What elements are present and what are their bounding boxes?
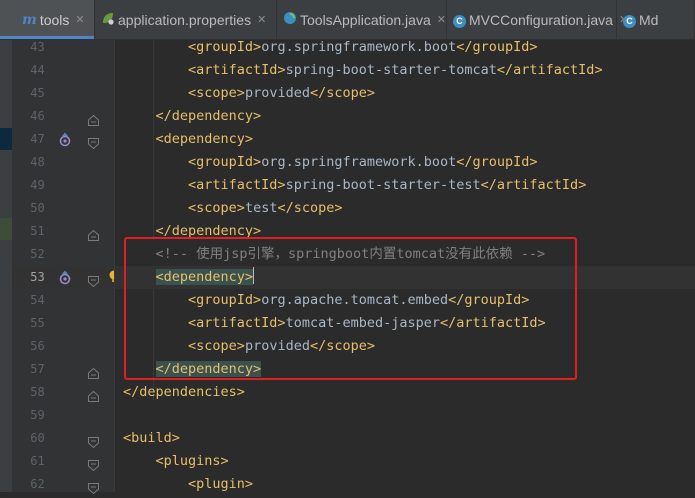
tab-application-properties[interactable]: application.properties ✕ <box>95 0 277 39</box>
line-number: 44 <box>30 63 45 77</box>
spring-leaf-icon <box>101 11 115 28</box>
structure-marker <box>0 218 12 240</box>
tab-label: MVCConfiguration.java <box>469 11 613 28</box>
fold-collapse-icon[interactable] <box>88 433 99 449</box>
code-line[interactable]: <groupId>org.springframework.boot</group… <box>115 151 695 174</box>
code-line[interactable]: <groupId>org.springframework.boot</group… <box>115 40 695 59</box>
fold-collapse-icon[interactable] <box>88 456 99 472</box>
overrides-icon[interactable] <box>58 132 72 147</box>
class-icon: C <box>453 11 466 28</box>
fold-collapse-icon[interactable] <box>88 134 99 150</box>
code-line[interactable]: <dependency> <box>115 266 695 289</box>
line-number: 53 <box>30 270 45 284</box>
code-line[interactable]: <scope>provided</scope> <box>115 82 695 105</box>
tab-tools[interactable]: m tools ✕ <box>0 0 95 39</box>
code-line-text: </dependency> <box>155 361 262 377</box>
line-number: 52 <box>30 247 45 261</box>
tab-label: ToolsApplication.java <box>300 11 431 28</box>
code-line[interactable]: <plugins> <box>115 450 695 473</box>
code-line-text: <groupId>org.springframework.boot</group… <box>188 154 538 170</box>
code-line-text: <scope>provided</scope> <box>188 338 375 354</box>
maven-module-icon: m <box>22 12 37 28</box>
code-line[interactable]: <plugin> <box>115 473 695 492</box>
fold-end-icon[interactable] <box>88 364 99 379</box>
tab-label: tools <box>39 11 70 28</box>
code-line[interactable]: </dependency> <box>115 220 695 243</box>
fold-collapse-icon[interactable] <box>88 479 99 495</box>
code-line[interactable]: <artifactId>spring-boot-starter-test</ar… <box>115 174 695 197</box>
tab-md[interactable]: C Md <box>617 0 695 39</box>
line-number: 61 <box>30 454 45 468</box>
line-number: 59 <box>30 408 45 422</box>
code-line-text: <dependency> <box>155 267 255 285</box>
tab-toolsapplication-java[interactable]: ToolsApplication.java ✕ <box>277 0 447 39</box>
code-line[interactable]: <artifactId>tomcat-embed-jasper</artifac… <box>115 312 695 335</box>
line-number: 54 <box>30 293 45 307</box>
close-tab-icon[interactable]: ✕ <box>75 13 84 26</box>
editor-tab-bar: m tools ✕ application.properties ✕ ToolsAppli… <box>0 0 695 40</box>
code-line-text: <scope>test</scope> <box>188 200 343 216</box>
code-line-text: <plugin> <box>188 476 254 492</box>
spring-class-icon <box>283 11 297 28</box>
code-line[interactable]: <dependency> <box>115 128 695 151</box>
code-line[interactable] <box>115 404 695 427</box>
line-number: 43 <box>30 40 45 54</box>
line-number: 55 <box>30 316 45 330</box>
line-number: 50 <box>30 201 45 215</box>
code-line[interactable]: </dependencies> <box>115 381 695 404</box>
tab-label: Md <box>639 11 659 28</box>
fold-end-icon[interactable] <box>88 226 99 241</box>
code-line-text: </dependency> <box>155 108 262 124</box>
editor-gutter: 43 44 45 46 47 48 49 50 51 52 53 54 55 56 57 58 59 60 61 62 <box>12 40 119 495</box>
structure-marker <box>0 128 12 150</box>
line-number: 49 <box>30 178 45 192</box>
code-line-text: <build> <box>123 430 180 446</box>
text-caret <box>253 267 255 284</box>
code-line[interactable]: <build> <box>115 427 695 450</box>
tab-mvcconfiguration-java[interactable]: CMVCConfiguration.java✕ <box>447 0 628 39</box>
code-line-text: <dependency> <box>155 131 254 147</box>
left-tool-strip <box>0 40 12 492</box>
fold-collapse-icon[interactable] <box>88 272 99 288</box>
code-line-text: <groupId>org.springframework.boot</group… <box>188 40 538 55</box>
code-line-text: <artifactId>spring-boot-starter-test</ar… <box>188 177 587 193</box>
code-line[interactable]: <artifactId>spring-boot-starter-tomcat</… <box>115 59 695 82</box>
line-number: 47 <box>30 132 45 146</box>
line-number: 58 <box>30 385 45 399</box>
code-line-text: <scope>provided</scope> <box>188 85 375 101</box>
code-line[interactable]: <scope>provided</scope> <box>115 335 695 358</box>
code-line-text: <artifactId>tomcat-embed-jasper</artifac… <box>188 315 546 331</box>
class-icon: C <box>623 11 636 28</box>
code-line-text: <groupId>org.apache.tomcat.embed</groupI… <box>188 292 530 308</box>
code-line[interactable]: <!-- 使用jsp引擎，springboot内置tomcat没有此依赖 --> <box>115 243 695 266</box>
code-line-text: </dependency> <box>155 223 262 239</box>
line-number: 46 <box>30 109 45 123</box>
code-line-text: <plugins> <box>155 453 229 469</box>
line-number: 48 <box>30 155 45 169</box>
code-line-text: <artifactId>spring-boot-starter-tomcat</… <box>188 62 603 78</box>
code-line[interactable]: </dependency> <box>115 358 695 381</box>
line-number: 51 <box>30 224 45 238</box>
line-number: 45 <box>30 86 45 100</box>
code-line[interactable]: <scope>test</scope> <box>115 197 695 220</box>
fold-end-icon[interactable] <box>88 111 99 126</box>
overrides-icon[interactable] <box>58 270 72 285</box>
code-editor[interactable]: <groupId>org.springframework.boot</group… <box>115 40 695 492</box>
line-number: 56 <box>30 339 45 353</box>
fold-end-icon[interactable] <box>88 387 99 402</box>
code-line-text: <!-- 使用jsp引擎，springboot内置tomcat没有此依赖 --> <box>155 246 546 262</box>
line-number: 57 <box>30 362 45 376</box>
close-tab-icon[interactable]: ✕ <box>437 13 446 26</box>
tab-label: application.properties <box>118 11 252 28</box>
line-number: 62 <box>30 477 45 491</box>
code-line[interactable]: </dependency> <box>115 105 695 128</box>
code-line-text: </dependencies> <box>123 384 245 400</box>
code-line[interactable]: <groupId>org.apache.tomcat.embed</groupI… <box>115 289 695 312</box>
close-tab-icon[interactable]: ✕ <box>257 13 266 26</box>
line-number: 60 <box>30 431 45 445</box>
